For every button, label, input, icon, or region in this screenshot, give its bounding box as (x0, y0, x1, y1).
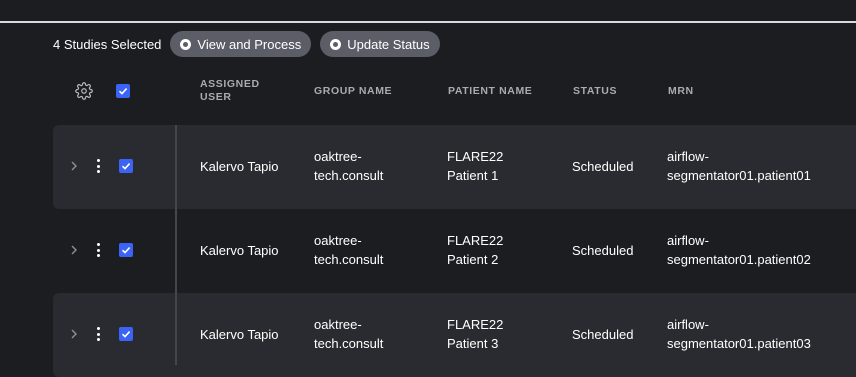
patient-name-line1: FLARE22 (447, 317, 504, 332)
table-row[interactable]: Kalervo Tapio oaktree- tech.consult FLAR… (53, 209, 856, 293)
mrn-line1: airflow- (667, 149, 709, 164)
group-name-line2: tech.consult (314, 336, 384, 351)
patient-name-line1: FLARE22 (447, 233, 504, 248)
column-group-name[interactable]: GROUP NAME (314, 85, 392, 98)
row-checkbox[interactable] (119, 243, 133, 257)
update-status-label: Update Status (347, 36, 430, 52)
patient-name-line1: FLARE22 (447, 149, 504, 164)
view-and-process-button[interactable]: View and Process (170, 31, 312, 57)
mrn-line1: airflow- (667, 233, 709, 248)
chevron-right-icon[interactable] (70, 161, 78, 171)
table-header: ASSIGNED USER GROUP NAME PATIENT NAME ST… (53, 70, 856, 114)
view-and-process-label: View and Process (197, 36, 302, 52)
group-name-line1: oaktree- (314, 149, 362, 164)
group-name-line2: tech.consult (314, 252, 384, 267)
top-bar (0, 0, 856, 23)
row-checkbox[interactable] (119, 159, 133, 173)
mrn-line2: segmentator01.patient03 (667, 336, 811, 351)
check-icon (121, 163, 131, 170)
group-name-cell: oaktree- tech.consult (314, 147, 383, 185)
assigned-user-cell: Kalervo Tapio (200, 327, 279, 342)
row-checkbox[interactable] (119, 327, 133, 341)
column-divider (175, 125, 177, 365)
more-options-icon[interactable] (97, 159, 101, 175)
more-options-icon[interactable] (97, 243, 101, 259)
status-cell: Scheduled (572, 327, 634, 342)
patient-name-line2: Patient 3 (447, 336, 499, 351)
mrn-cell: airflow- segmentator01.patient02 (667, 231, 811, 269)
patient-name-line2: Patient 2 (447, 252, 499, 267)
table-row[interactable]: Kalervo Tapio oaktree- tech.consult FLAR… (53, 293, 856, 377)
assigned-user-cell: Kalervo Tapio (200, 159, 279, 174)
mrn-cell: airflow- segmentator01.patient03 (667, 315, 811, 353)
assigned-user-cell: Kalervo Tapio (200, 243, 279, 258)
check-icon (118, 88, 128, 95)
selection-toolbar: 4 Studies Selected View and Process Upda… (53, 30, 449, 58)
process-icon (180, 38, 192, 50)
status-cell: Scheduled (572, 243, 634, 258)
column-assigned-user-line2: USER (200, 91, 232, 103)
selection-count: 4 Studies Selected (53, 36, 162, 52)
column-assigned-user-line1: ASSIGNED (200, 78, 260, 90)
group-name-line1: oaktree- (314, 233, 362, 248)
group-name-line1: oaktree- (314, 317, 362, 332)
mrn-line1: airflow- (667, 317, 709, 332)
gear-icon[interactable] (75, 82, 93, 100)
mrn-cell: airflow- segmentator01.patient01 (667, 147, 811, 185)
column-mrn[interactable]: MRN (668, 85, 694, 98)
group-name-line2: tech.consult (314, 168, 384, 183)
group-name-cell: oaktree- tech.consult (314, 231, 383, 269)
chevron-right-icon[interactable] (70, 245, 78, 255)
more-options-icon[interactable] (97, 327, 101, 343)
column-assigned-user[interactable]: ASSIGNED USER (200, 78, 260, 104)
group-name-cell: oaktree- tech.consult (314, 315, 383, 353)
patient-name-line2: Patient 1 (447, 168, 499, 183)
update-status-button[interactable]: Update Status (320, 31, 440, 57)
table-row[interactable]: Kalervo Tapio oaktree- tech.consult FLAR… (53, 125, 856, 209)
patient-name-cell: FLARE22 Patient 1 (447, 147, 503, 185)
column-patient-name[interactable]: PATIENT NAME (448, 85, 532, 98)
mrn-line2: segmentator01.patient01 (667, 168, 811, 183)
chevron-right-icon[interactable] (70, 329, 78, 339)
select-all-checkbox[interactable] (116, 84, 130, 98)
status-cell: Scheduled (572, 159, 634, 174)
check-icon (121, 247, 131, 254)
column-status[interactable]: STATUS (573, 85, 617, 98)
status-icon (330, 38, 342, 50)
patient-name-cell: FLARE22 Patient 3 (447, 315, 503, 353)
check-icon (121, 331, 131, 338)
patient-name-cell: FLARE22 Patient 2 (447, 231, 503, 269)
mrn-line2: segmentator01.patient02 (667, 252, 811, 267)
